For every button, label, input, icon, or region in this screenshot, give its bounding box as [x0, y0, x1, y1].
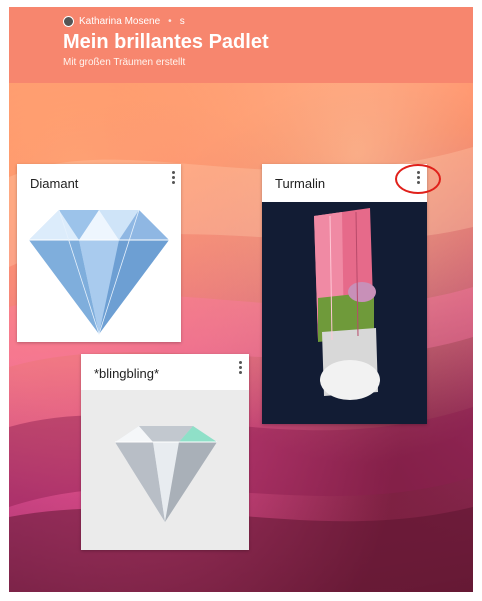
post-title: *blingbling* — [94, 366, 160, 381]
padlet-page: Katharina Mosene • s Mein brillantes Pad… — [0, 0, 482, 601]
header-meta: s — [179, 16, 185, 27]
padlet-header: Katharina Mosene • s Mein brillantes Pad… — [9, 7, 473, 83]
post-card-blingbling[interactable]: *blingbling* — [81, 354, 249, 550]
separator-dot: • — [168, 16, 172, 27]
annotation-circle — [395, 164, 441, 194]
author-row: Katharina Mosene • s — [63, 16, 185, 27]
post-title: Turmalin — [275, 176, 326, 191]
tourmaline-crystal-image — [262, 202, 427, 424]
page-title: Mein brillantes Padlet — [63, 31, 269, 53]
page-subtitle: Mit großen Träumen erstellt — [63, 57, 186, 68]
more-vertical-icon[interactable] — [167, 168, 179, 186]
author-name[interactable]: Katharina Mosene — [79, 16, 160, 27]
post-card-diamant[interactable]: Diamant — [17, 164, 181, 342]
post-title: Diamant — [30, 176, 79, 191]
diamond-photo-image — [81, 390, 249, 550]
post-card-turmalin[interactable]: Turmalin — [262, 164, 427, 424]
diamond-image — [17, 202, 181, 340]
more-vertical-icon[interactable] — [234, 358, 246, 376]
avatar-icon[interactable] — [63, 16, 74, 27]
